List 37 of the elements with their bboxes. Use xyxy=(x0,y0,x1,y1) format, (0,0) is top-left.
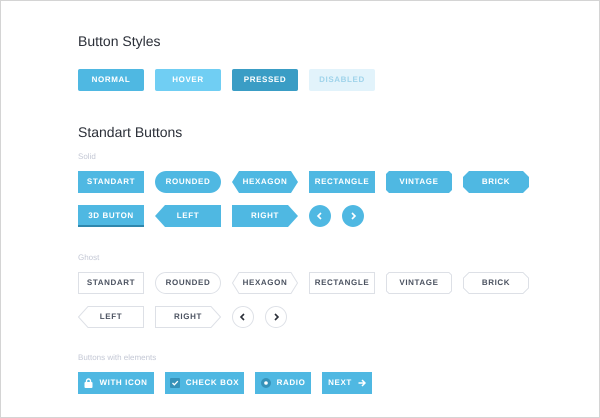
button[interactable]: 3D BUTON xyxy=(78,205,144,227)
section-title: Button Styles xyxy=(78,32,162,51)
button[interactable]: NEXT xyxy=(322,372,372,394)
group-label: Buttons with elements xyxy=(78,353,158,363)
button[interactable]: HEXAGON xyxy=(232,171,298,193)
chevron-right-icon xyxy=(272,313,280,321)
button[interactable]: ROUNDED xyxy=(155,171,221,193)
button[interactable]: BRICK xyxy=(463,272,529,294)
button[interactable]: RADIO xyxy=(255,372,311,394)
group-label: Ghost xyxy=(78,253,100,263)
chevron-left-icon xyxy=(239,313,247,321)
next-button[interactable] xyxy=(265,306,287,328)
button[interactable]: LEFT xyxy=(78,306,144,328)
lock-icon xyxy=(84,378,94,388)
button[interactable]: HOVER xyxy=(155,69,221,91)
button[interactable]: PRESSED xyxy=(232,69,298,91)
section-title: Standart Buttons xyxy=(78,123,184,142)
previous-button[interactable] xyxy=(232,306,254,328)
button[interactable]: NORMAL xyxy=(78,69,144,91)
button[interactable]: HEXAGON xyxy=(232,272,298,294)
button[interactable]: RIGHT xyxy=(155,306,221,328)
button[interactable]: ROUNDED xyxy=(155,272,221,294)
chevron-right-icon xyxy=(349,212,357,220)
button[interactable]: RECTANGLE xyxy=(309,171,375,193)
group-label: Solid xyxy=(78,152,97,162)
chevron-left-icon xyxy=(316,212,324,220)
button[interactable]: RIGHT xyxy=(232,205,298,227)
button[interactable]: VINTAGE xyxy=(386,171,452,193)
button[interactable]: VINTAGE xyxy=(386,272,452,294)
button[interactable]: CHECK BOX xyxy=(165,372,244,394)
arrow-right-icon xyxy=(358,379,366,387)
button[interactable]: LEFT xyxy=(155,205,221,227)
button[interactable]: STANDART xyxy=(78,272,144,294)
button[interactable]: BRICK xyxy=(463,171,529,193)
button[interactable]: STANDART xyxy=(78,171,144,193)
button[interactable]: WITH ICON xyxy=(78,372,154,394)
button[interactable]: RECTANGLE xyxy=(309,272,375,294)
